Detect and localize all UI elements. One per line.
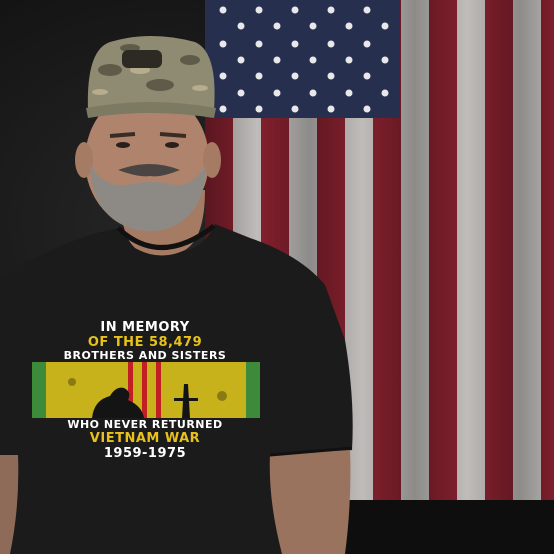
photo: IN MEMORY OF THE 58,479 BROTHERS AND SIS… xyxy=(0,0,554,554)
print-line-never-returned: WHO NEVER RETURNED xyxy=(67,418,223,431)
vietnam-service-ribbon-graphic xyxy=(32,362,260,418)
shirt-print: IN MEMORY OF THE 58,479 BROTHERS AND SIS… xyxy=(20,320,270,470)
print-line-brothers-sisters: BROTHERS AND SISTERS xyxy=(63,349,227,362)
print-line-vietnam-war: VIETNAM WAR xyxy=(89,431,201,446)
print-line-count: OF THE 58,479 xyxy=(87,335,203,350)
print-line-in-memory: IN MEMORY xyxy=(100,320,190,335)
man-in-tshirt xyxy=(0,36,353,554)
print-line-years: 1959-1975 xyxy=(103,446,187,461)
